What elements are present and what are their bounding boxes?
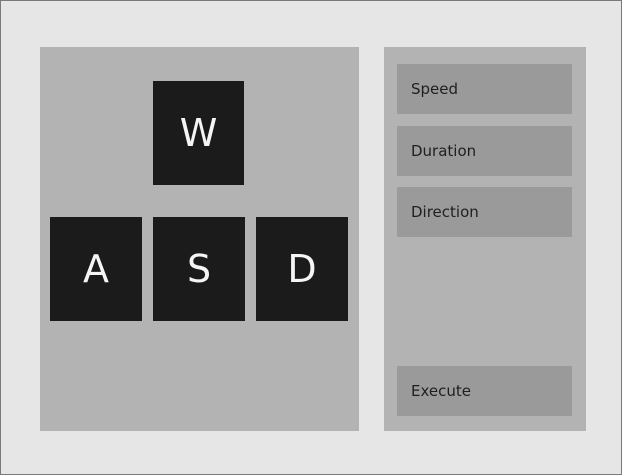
wasd-keypad-panel: W A S D: [40, 47, 359, 431]
key-s-button[interactable]: S: [153, 217, 245, 321]
key-d-button[interactable]: D: [256, 217, 348, 321]
speed-field[interactable]: Speed: [397, 64, 572, 114]
app-window: W A S D Speed Duration Direction Execute: [0, 0, 622, 475]
key-w-button[interactable]: W: [153, 81, 244, 185]
key-a-button[interactable]: A: [50, 217, 142, 321]
direction-field[interactable]: Direction: [397, 187, 572, 237]
duration-field[interactable]: Duration: [397, 126, 572, 176]
movement-controls-panel: Speed Duration Direction Execute: [384, 47, 586, 431]
execute-button[interactable]: Execute: [397, 366, 572, 416]
